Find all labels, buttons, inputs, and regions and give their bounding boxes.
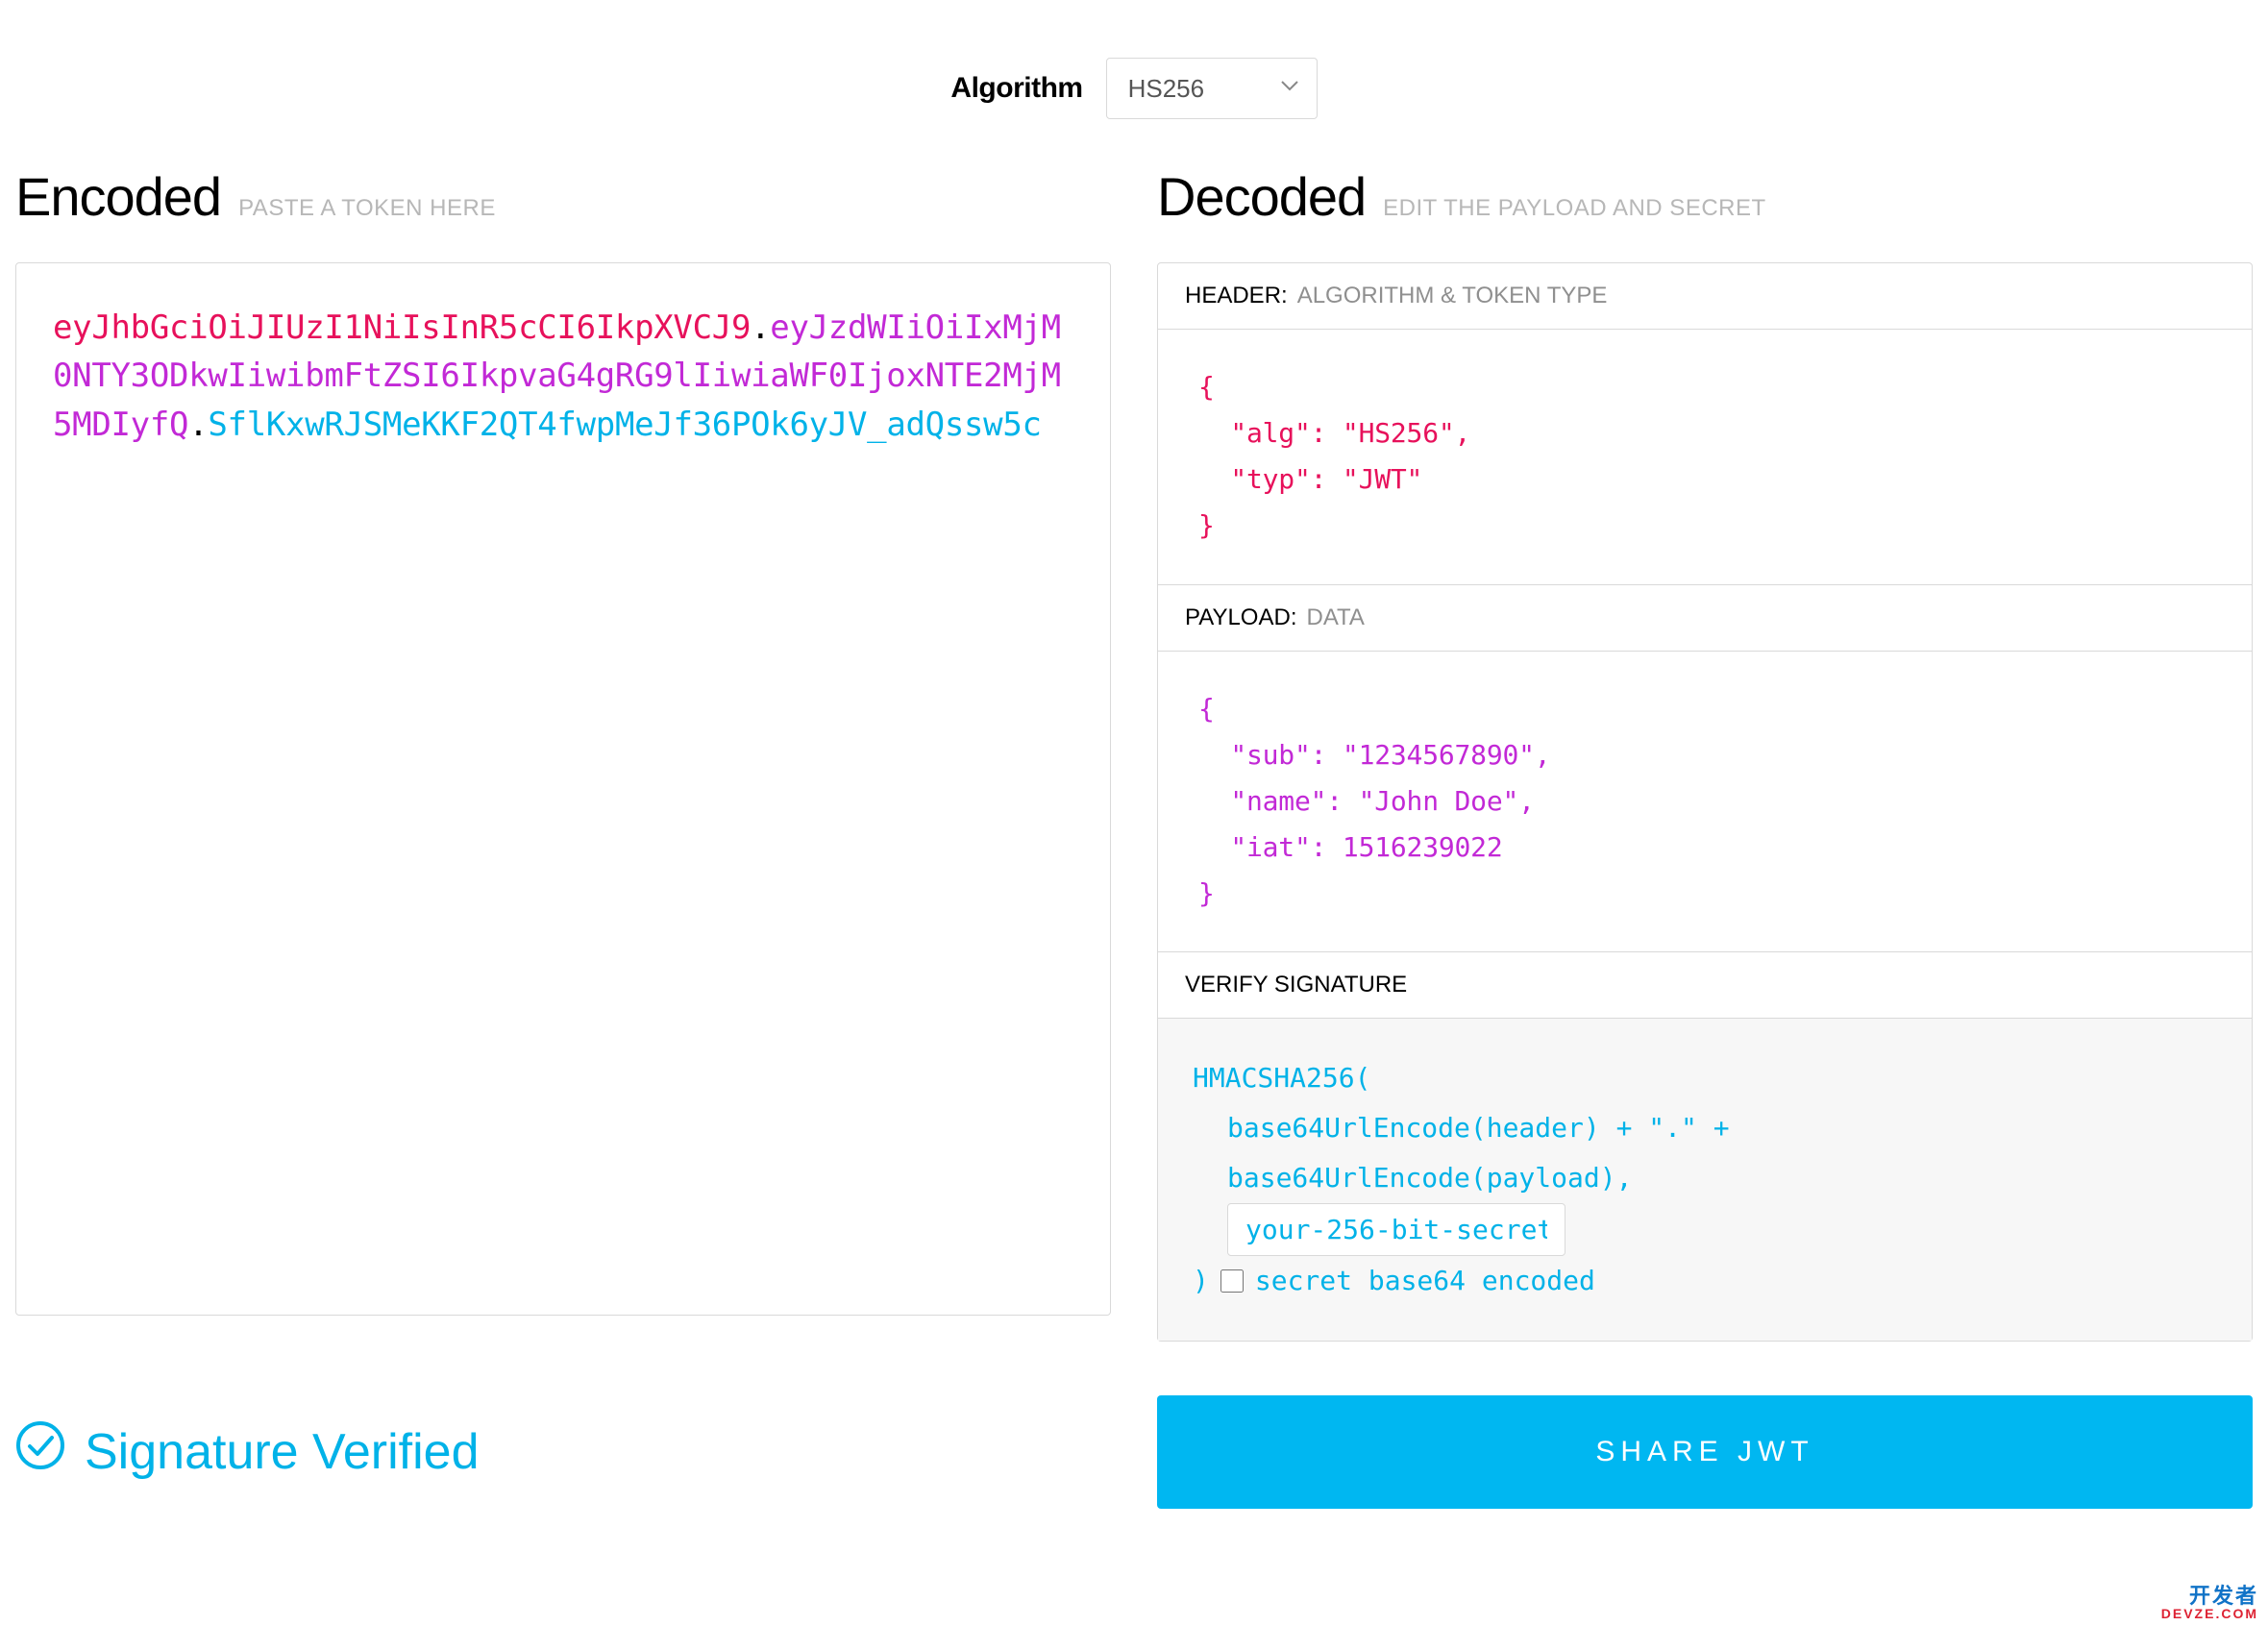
- decoded-column: Decoded EDIT THE PAYLOAD AND SECRET HEAD…: [1157, 165, 2253, 1342]
- algorithm-label: Algorithm: [950, 72, 1082, 105]
- sig-line3: base64UrlEncode(payload),: [1193, 1153, 2217, 1203]
- share-jwt-button[interactable]: SHARE JWT: [1157, 1395, 2253, 1509]
- encoded-token-input[interactable]: eyJhbGciOiJIUzI1NiIsInR5cCI6IkpXVCJ9.eyJ…: [15, 262, 1111, 1316]
- signature-verified-text: Signature Verified: [85, 1423, 480, 1481]
- decoded-header-label: HEADER:: [1185, 283, 1288, 309]
- sig-close-paren: ): [1193, 1256, 1209, 1306]
- token-signature-segment: SflKxwRJSMeKKF2QT4fwpMeJf36POk6yJV_adQss…: [208, 406, 1041, 444]
- token-header-segment: eyJhbGciOiJIUzI1NiIsInR5cCI6IkpXVCJ9: [53, 308, 751, 347]
- encoded-column: Encoded PASTE A TOKEN HERE eyJhbGciOiJIU…: [15, 165, 1111, 1342]
- decoded-signature-label: VERIFY SIGNATURE: [1185, 972, 1407, 998]
- decoded-payload-sectionhead: PAYLOAD: DATA: [1158, 584, 2252, 652]
- check-circle-icon: [15, 1420, 65, 1483]
- decoded-subtitle: EDIT THE PAYLOAD AND SECRET: [1383, 195, 1765, 222]
- algorithm-select-wrap: HS256: [1106, 58, 1318, 119]
- decoded-payload-json[interactable]: { "sub": "1234567890", "name": "John Doe…: [1158, 652, 2252, 952]
- secret-base64-label: secret base64 encoded: [1255, 1256, 1595, 1306]
- decoded-signature-body: HMACSHA256( base64UrlEncode(header) + ".…: [1158, 1019, 2252, 1340]
- secret-input[interactable]: [1227, 1203, 1565, 1256]
- watermark-line2: DEVZE.COM: [2161, 1607, 2258, 1620]
- sig-line1: HMACSHA256(: [1193, 1062, 1370, 1094]
- watermark-line1: 开发者: [2161, 1586, 2258, 1607]
- decoded-header-json[interactable]: { "alg": "HS256", "typ": "JWT" }: [1158, 330, 2252, 584]
- sig-line2: base64UrlEncode(header) + "." +: [1193, 1103, 2217, 1153]
- decoded-payload-label: PAYLOAD:: [1185, 604, 1296, 631]
- decoded-payload-desc: DATA: [1306, 604, 1364, 631]
- token-dot-1: .: [751, 308, 770, 347]
- token-dot-2: .: [188, 406, 208, 444]
- secret-base64-checkbox[interactable]: [1220, 1269, 1244, 1293]
- decoded-header-sectionhead: HEADER: ALGORITHM & TOKEN TYPE: [1158, 263, 2252, 330]
- decoded-signature-sectionhead: VERIFY SIGNATURE: [1158, 951, 2252, 1019]
- encoded-title: Encoded: [15, 165, 221, 228]
- watermark: 开发者 DEVZE.COM: [2161, 1586, 2258, 1620]
- decoded-title: Decoded: [1157, 165, 1366, 228]
- signature-verified-status: Signature Verified: [15, 1420, 1111, 1483]
- algorithm-row: Algorithm HS256: [15, 19, 2253, 165]
- algorithm-select[interactable]: HS256: [1106, 58, 1318, 119]
- encoded-subtitle: PASTE A TOKEN HERE: [238, 195, 496, 222]
- decoded-header-desc: ALGORITHM & TOKEN TYPE: [1297, 283, 1608, 309]
